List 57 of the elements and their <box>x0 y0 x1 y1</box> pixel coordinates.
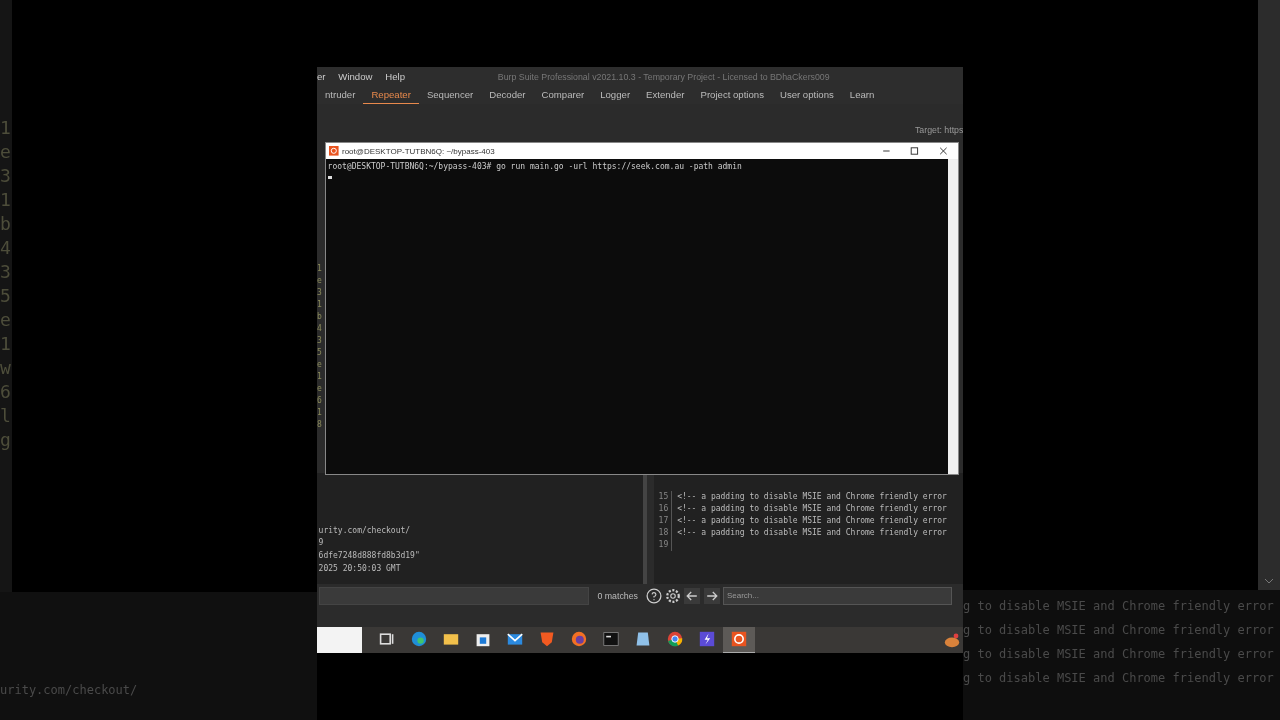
match-count: 0 matches <box>597 590 638 601</box>
search-field[interactable] <box>318 586 590 605</box>
line-number: 6 <box>0 382 12 402</box>
line-number: 1 <box>0 118 12 138</box>
store-icon[interactable] <box>475 631 492 648</box>
fox-browser-icon[interactable] <box>571 631 588 648</box>
tab[interactable]: Sequencer <box>418 88 482 104</box>
line-number: 3 <box>0 262 12 282</box>
code-line: g to disable MSIE and Chrome friendly error <box>963 598 1275 615</box>
folder-icon[interactable] <box>443 631 460 648</box>
taskbar-search-box[interactable] <box>317 626 362 653</box>
tab[interactable]: Comparer <box>533 88 593 104</box>
menu-item[interactable]: Help <box>385 71 405 83</box>
line-number: l <box>0 406 12 426</box>
tab[interactable]: Logger <box>592 88 639 104</box>
tab[interactable]: Extender <box>638 88 693 104</box>
lightning-app-icon[interactable] <box>699 631 716 648</box>
chevron-down-icon[interactable] <box>1264 578 1274 584</box>
settings-icon[interactable] <box>665 587 682 604</box>
window-title: Burp Suite Professional v2021.10.3 - Temporary Project - Licensed to BDhaCkers009 <box>497 71 830 82</box>
shield-icon[interactable] <box>539 631 556 648</box>
tab[interactable]: Repeater <box>363 88 419 104</box>
url-text: urity.com/checkout/ <box>0 682 138 699</box>
help-icon[interactable] <box>645 587 662 604</box>
line-number: g <box>0 430 12 450</box>
code-line: g to disable MSIE and Chrome friendly error <box>963 646 1275 663</box>
ubuntu-icon[interactable] <box>731 631 748 648</box>
task-view-icon[interactable] <box>379 631 396 648</box>
line-number: 4 <box>0 238 12 258</box>
code-line: g to disable MSIE and Chrome friendly error <box>963 622 1275 639</box>
scrollbar[interactable] <box>1258 0 1280 590</box>
terminal-icon[interactable] <box>603 631 620 648</box>
mail-icon[interactable] <box>507 631 524 648</box>
line-number: e <box>0 142 12 162</box>
menu-item[interactable]: Window <box>338 71 373 83</box>
line-number: 3 <box>0 166 12 186</box>
tab[interactable]: Learn <box>841 88 883 104</box>
code-line: g to disable MSIE and Chrome friendly error <box>963 670 1275 687</box>
tab[interactable]: Project options <box>692 88 772 104</box>
line-number: w <box>0 358 12 378</box>
scrollbar[interactable] <box>948 159 958 475</box>
line-number: b <box>0 214 12 234</box>
line-number: e <box>0 310 12 330</box>
ubuntu-icon <box>329 146 339 156</box>
browser-icon[interactable] <box>411 631 428 648</box>
tab[interactable]: ntruder <box>317 88 364 104</box>
target-label: Target: https <box>914 126 964 135</box>
tray-app-icon[interactable] <box>944 631 961 648</box>
line-number: 1 <box>0 190 12 210</box>
text-cursor <box>327 176 333 180</box>
line-number: 5 <box>0 286 12 306</box>
chrome-icon[interactable] <box>667 631 684 648</box>
line-number: 1 <box>0 334 12 354</box>
tab[interactable]: User options <box>771 88 842 104</box>
menu-item[interactable]: er <box>317 71 326 83</box>
tab[interactable]: Decoder <box>481 88 534 104</box>
notepad-icon[interactable] <box>635 631 652 648</box>
